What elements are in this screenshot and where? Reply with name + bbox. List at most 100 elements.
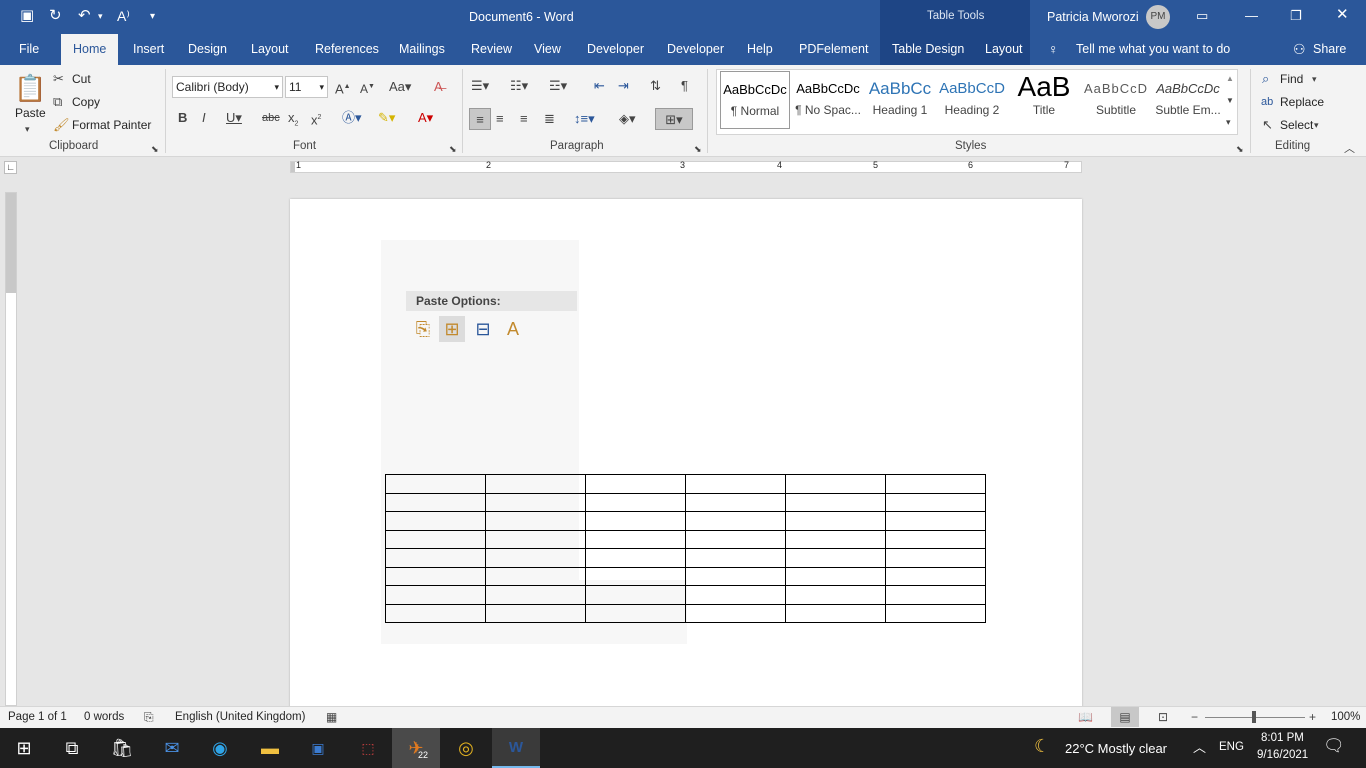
edge-icon[interactable]: ◉ (196, 728, 244, 768)
font-color-icon[interactable]: A▾ (418, 110, 433, 126)
italic-icon[interactable]: I (202, 110, 206, 126)
undo-dropdown-icon[interactable]: ▾ (98, 8, 103, 24)
proofing-icon[interactable]: ⎘ (144, 709, 154, 725)
table-cell[interactable] (885, 492, 986, 512)
task-view-icon[interactable]: ⧉ (48, 728, 96, 768)
table-cell[interactable] (785, 603, 886, 623)
table-cell[interactable] (385, 529, 486, 549)
print-layout-icon[interactable]: ▤ (1111, 707, 1139, 727)
read-mode-icon[interactable]: 📖 (1078, 709, 1093, 725)
style-subtitle[interactable]: AaBbCcD Subtitle (1080, 71, 1152, 129)
zoom-slider-thumb[interactable] (1252, 711, 1256, 723)
decrease-indent-icon[interactable]: ⇤ (594, 78, 605, 94)
style-heading-1[interactable]: AaBbCc Heading 1 (864, 71, 936, 129)
minimize-icon[interactable]: — (1245, 8, 1258, 24)
align-center-icon[interactable]: ≡ (496, 111, 504, 127)
bullets-icon[interactable]: ☰▾ (471, 78, 489, 94)
chevron-down-icon[interactable]: ▾ (1314, 117, 1319, 133)
table-cell[interactable] (885, 566, 986, 586)
table-cell[interactable] (785, 529, 886, 549)
table-cell[interactable] (485, 492, 586, 512)
clear-formatting-icon[interactable]: A̶ (434, 79, 443, 95)
shrink-font-icon[interactable]: A▼ (360, 79, 375, 97)
styles-scroll-down-icon[interactable]: ▼ (1226, 93, 1234, 109)
table-cell[interactable] (485, 474, 586, 494)
read-aloud-icon[interactable]: A⁾ (117, 8, 130, 24)
paste-button[interactable]: Paste (15, 106, 46, 120)
justify-icon[interactable]: ≣ (544, 111, 555, 127)
table-cell[interactable] (585, 603, 686, 623)
table-cell[interactable] (685, 492, 786, 512)
table-cell[interactable] (485, 585, 586, 605)
paste-text-only-icon[interactable]: A (500, 316, 526, 342)
table-cell[interactable] (685, 474, 786, 494)
clipboard-launcher-icon[interactable]: ⬊ (151, 141, 159, 157)
cut-icon[interactable]: ✂ (53, 71, 64, 87)
style-heading-2[interactable]: AaBbCcD Heading 2 (936, 71, 1008, 129)
table-cell[interactable] (685, 548, 786, 568)
tab-home[interactable]: Home (61, 34, 118, 65)
grow-font-icon[interactable]: A▲ (335, 79, 351, 97)
table-cell[interactable] (485, 511, 586, 531)
table-cell[interactable] (385, 566, 486, 586)
close-icon[interactable]: ✕ (1336, 7, 1349, 23)
table-cell[interactable] (585, 474, 686, 494)
table-cell[interactable] (585, 511, 686, 531)
select-button[interactable]: Select (1280, 118, 1313, 132)
table-cell[interactable] (885, 474, 986, 494)
underline-icon[interactable]: U▾ (226, 110, 242, 126)
copy-button[interactable]: Copy (72, 95, 100, 109)
snip-tool-icon[interactable]: ⬚ (344, 728, 392, 768)
clock-date[interactable]: 9/16/2021 (1257, 749, 1308, 761)
table-cell[interactable] (385, 474, 486, 494)
paste-dropdown-icon[interactable]: ▾ (25, 121, 30, 137)
table-cell[interactable] (685, 529, 786, 549)
weather-text[interactable]: 22°C Mostly clear (1065, 741, 1167, 756)
horizontal-ruler[interactable]: 1 2 3 4 5 6 7 (290, 160, 1082, 173)
multilevel-list-icon[interactable]: ☲▾ (549, 78, 567, 94)
style-title[interactable]: AaB Title (1008, 71, 1080, 129)
share-icon[interactable]: ⚇ (1293, 41, 1306, 57)
find-icon[interactable]: ⌕ (1262, 71, 1269, 87)
font-launcher-icon[interactable]: ⬊ (449, 141, 457, 157)
customize-toolbar-icon[interactable]: ▾ (150, 9, 155, 25)
strikethrough-icon[interactable]: abc (262, 110, 280, 126)
line-spacing-icon[interactable]: ↕≡▾ (574, 111, 595, 127)
replace-icon[interactable]: ab (1261, 94, 1273, 110)
superscript-icon[interactable]: x2 (311, 110, 321, 128)
restore-icon[interactable]: ❐ (1290, 8, 1302, 24)
tab-view[interactable]: View (534, 34, 561, 65)
font-size-dropdown[interactable]: 11 ▾ (285, 76, 328, 98)
table-cell[interactable] (685, 603, 786, 623)
table-cell[interactable] (785, 511, 886, 531)
table-cell[interactable] (585, 566, 686, 586)
paragraph-launcher-icon[interactable]: ⬊ (694, 141, 702, 157)
word-count[interactable]: 0 words (84, 711, 124, 723)
paste-merge-table-icon[interactable]: ⊞ (439, 316, 465, 342)
cut-button[interactable]: Cut (72, 72, 91, 86)
replace-button[interactable]: Replace (1280, 95, 1324, 109)
table-cell[interactable] (785, 474, 886, 494)
style-no-spacing[interactable]: AaBbCcDc ¶ No Spac... (792, 71, 864, 129)
windows-start-icon[interactable]: ⊞ (0, 728, 48, 768)
align-right-icon[interactable]: ≡ (520, 111, 528, 127)
table-cell[interactable] (485, 566, 586, 586)
ems-app-icon[interactable]: ▣ (294, 728, 342, 768)
chrome-icon[interactable]: ◎ (442, 728, 490, 768)
tab-mailings[interactable]: Mailings (399, 34, 445, 65)
vertical-ruler[interactable] (5, 192, 17, 706)
language-indicator[interactable]: English (United Kingdom) (175, 711, 305, 723)
table-cell[interactable] (585, 585, 686, 605)
font-name-dropdown[interactable]: Calibri (Body) ▾ (172, 76, 283, 98)
paste-nest-table-icon[interactable]: ⊟ (470, 316, 496, 342)
styles-scroll-up-icon[interactable]: ▲ (1226, 71, 1234, 87)
styles-more-icon[interactable]: ▾ (1226, 114, 1231, 130)
table-cell[interactable] (485, 603, 586, 623)
copy-icon[interactable]: ⧉ (53, 94, 62, 110)
change-case-icon[interactable]: Aa▾ (389, 79, 411, 95)
table-cell[interactable] (885, 585, 986, 605)
collapse-ribbon-icon[interactable]: ︿ (1344, 141, 1355, 157)
tab-design[interactable]: Design (188, 34, 227, 65)
sort-icon[interactable]: ⇅ (650, 78, 661, 94)
increase-indent-icon[interactable]: ⇥ (618, 78, 629, 94)
